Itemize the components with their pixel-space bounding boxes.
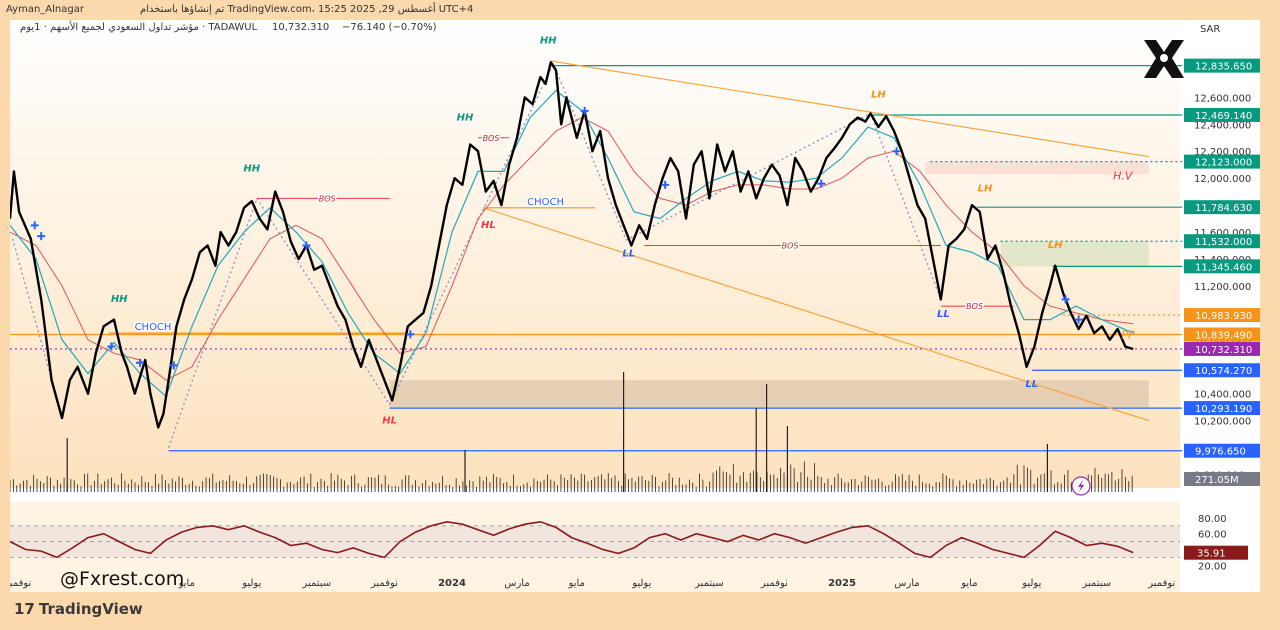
swing-label: LL <box>937 309 950 320</box>
time-tick-label: مارس <box>894 578 919 589</box>
time-tick-label: نوفمبر <box>10 578 31 589</box>
last-price: 10,732.310 <box>272 22 329 33</box>
level-tag-label: 10,839.490 <box>1195 331 1252 342</box>
time-tick-label: يوليو <box>1021 578 1041 589</box>
price-tick-label: 10,200.000 <box>1194 417 1251 428</box>
author-name: Ayman_Alnagar <box>6 4 84 15</box>
swing-label: HH <box>540 35 557 46</box>
level-tag-label: 10,732.310 <box>1195 345 1252 356</box>
tradingview-logo: 17 <box>14 600 35 618</box>
level-tag-label: 11,532.000 <box>1195 237 1252 248</box>
price-tick-label: 11,200.000 <box>1194 282 1251 293</box>
swing-label: HH <box>243 163 260 174</box>
time-tick-label: مايو <box>960 578 977 589</box>
level-tag-label: 12,469.140 <box>1195 111 1252 122</box>
tradingview-brand: 17 TradingView <box>14 600 143 618</box>
rsi-tick-label: 80.00 <box>1198 514 1227 525</box>
time-tick-label: سبتمبر <box>301 578 331 589</box>
price-chart[interactable]: BOS BOS BOS BOS CHOCH CHOCH HH HH HH HH LH LH LH HL HL… <box>10 20 1260 592</box>
level-tag-label: 10,983.930 <box>1195 311 1252 322</box>
swing-label: HH <box>457 112 474 123</box>
swing-label: HL <box>382 415 397 426</box>
swing-label: LL <box>622 248 635 259</box>
price-tick-label: 12,600.000 <box>1194 93 1251 104</box>
price-tick-label: 12,000.000 <box>1194 174 1251 185</box>
level-tag-label: 10,574.270 <box>1195 366 1252 377</box>
time-tick-label: مارس <box>504 578 529 589</box>
currency-label: SAR <box>1200 24 1220 35</box>
time-tick-label: يوليو <box>631 578 651 589</box>
time-tick-label: يوليو <box>241 578 261 589</box>
swing-label: LH <box>1048 240 1063 251</box>
choch-label: CHOCH <box>135 322 172 333</box>
level-tag-label: 9,976.650 <box>1195 447 1246 458</box>
bos-label: BOS <box>966 302 983 311</box>
rsi-tick-label: 20.00 <box>1198 561 1227 572</box>
symbol-title: مؤشر تداول السعودي لجميع الأسهم · 1يوم ·… <box>20 20 258 33</box>
watermark: @Fxrest.com <box>60 568 185 590</box>
price-zone <box>1000 241 1149 267</box>
bos-label: BOS <box>483 134 500 143</box>
bos-label: BOS <box>319 194 336 203</box>
time-tick-label: 2024 <box>438 578 466 589</box>
level-tag-label: 11,784.630 <box>1195 203 1252 214</box>
price-change: −76.140 (−0.70%) <box>342 22 437 33</box>
level-tag-label: 12,835.650 <box>1195 62 1252 73</box>
level-tag-label: 11,345.460 <box>1195 262 1252 273</box>
time-tick-label: سبتمبر <box>1081 578 1111 589</box>
brand-name: TradingView <box>38 600 143 618</box>
rsi-value-label: 35.91 <box>1197 549 1226 560</box>
bos-label: BOS <box>782 242 799 251</box>
published-info: تم إنشاؤها باستخدام TradingView.com، 15:… <box>140 4 474 15</box>
swing-label: HL <box>481 220 496 231</box>
time-tick-label: 2025 <box>828 578 856 589</box>
price-tick-label: 10,400.000 <box>1194 390 1251 401</box>
time-tick-label: نوفمبر <box>760 578 788 589</box>
chart-frame: BOS BOS BOS BOS CHOCH CHOCH HH HH HH HH LH LH LH HL HL… <box>10 20 1260 592</box>
swing-label: LH <box>871 89 886 100</box>
choch-label: CHOCH <box>527 197 564 208</box>
time-tick-label: سبتمبر <box>694 578 724 589</box>
swing-label: LH <box>978 184 993 195</box>
annotation-label: PP <box>1121 329 1135 342</box>
time-tick-label: نوفمبر <box>1147 578 1175 589</box>
price-axis-background <box>1182 20 1260 592</box>
level-tag-label: 10,293.190 <box>1195 404 1252 415</box>
level-tag-label: 12,123.000 <box>1195 158 1252 169</box>
volume-tag-label: 271.05M <box>1195 475 1239 486</box>
swing-label: LL <box>1025 379 1038 390</box>
swing-label: HH <box>111 294 128 305</box>
time-tick-label: نوفمبر <box>370 578 398 589</box>
annotation-label: H.V <box>1113 169 1134 182</box>
rsi-tick-label: 60.00 <box>1198 530 1227 541</box>
time-tick-label: مايو <box>568 578 585 589</box>
top-bar: Ayman_Alnagar تم إنشاؤها باستخدام Tradin… <box>0 0 1280 20</box>
